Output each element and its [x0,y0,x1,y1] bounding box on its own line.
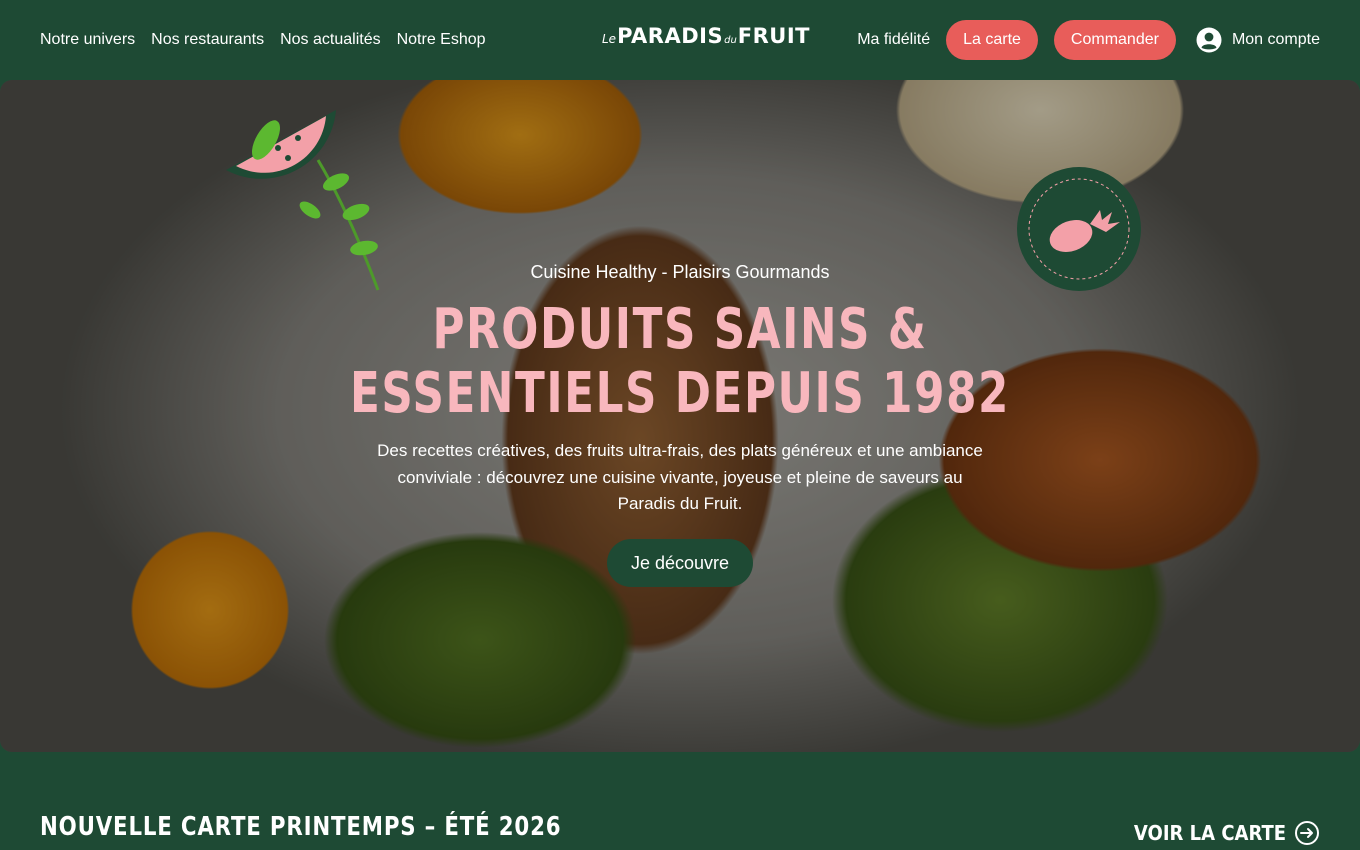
nav-nos-restaurants[interactable]: Nos restaurants [151,31,264,49]
hero-title-line-1: PRODUITS SAINS & [432,297,928,362]
fidelity-link[interactable]: Ma fidélité [857,31,930,49]
hero-title-line-2: ESSENTIELS DEPUIS 1982 [350,361,1010,426]
hero-eyebrow: Cuisine Healthy - Plaisirs Gourmands [530,262,830,282]
hero-banner: Cuisine Healthy - Plaisirs Gourmands PRO… [0,80,1360,752]
see-menu-link[interactable]: VOIR LA CARTE [1117,820,1320,846]
menu-button[interactable]: La carte [946,20,1038,60]
order-button[interactable]: Commander [1053,20,1176,60]
nav-nos-actualites[interactable]: Nos actualités [280,31,381,49]
discover-button[interactable]: Je découvre [607,539,753,587]
nav-notre-univers[interactable]: Notre univers [40,31,135,49]
logo-paradis: PARADIS [617,24,724,48]
arrow-right-circle-icon [1295,821,1319,845]
user-avatar-icon [1196,27,1222,53]
main-nav: Notre univers Nos restaurants Nos actual… [40,31,486,49]
header-actions: Ma fidélité La carte Commander Mon compt… [857,20,1320,60]
logo-le: Le [602,32,617,46]
nav-notre-eshop[interactable]: Notre Eshop [397,31,486,49]
hero-content: Cuisine Healthy - Plaisirs Gourmands PRO… [0,80,1360,752]
see-menu-label: VOIR LA CARTE [1133,821,1286,845]
account-label: Mon compte [1231,31,1320,48]
site-header: Notre univers Nos restaurants Nos actual… [0,0,1360,80]
account-link[interactable]: Mon compte [1196,27,1320,53]
brand-logo[interactable]: Le PARADIS du FRUIT [602,24,809,58]
hero-description: Des recettes créatives, des fruits ultra… [377,441,983,513]
section-title: NOUVELLE CARTE PRINTEMPS – ÉTÉ 2026 [40,812,562,842]
logo-fruit: FRUIT [737,24,810,48]
logo-du: du [724,35,737,46]
hero-title: PRODUITS SAINS & ESSENTIELS DEPUIS 1982 [150,298,1211,426]
